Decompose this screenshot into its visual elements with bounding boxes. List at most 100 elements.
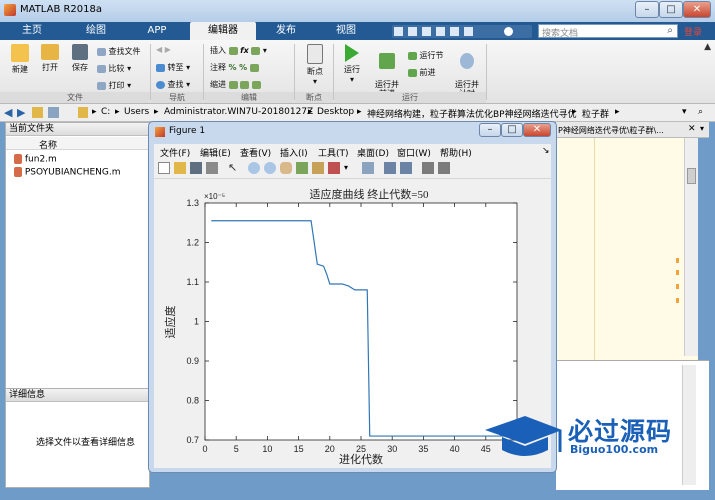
menu-dock-icon[interactable]: ↘ bbox=[542, 146, 550, 156]
find-button[interactable]: 查找 ▾ bbox=[156, 79, 190, 90]
data-cursor-icon[interactable] bbox=[312, 162, 324, 174]
editor-scrollbar[interactable] bbox=[684, 138, 698, 356]
pan-icon[interactable] bbox=[280, 162, 292, 174]
path-segment[interactable]: Desktop bbox=[317, 107, 354, 117]
back-forward-buttons[interactable]: ◀ ▶ bbox=[156, 45, 171, 54]
run-and-time-button[interactable]: 运行并 计时 bbox=[452, 44, 482, 98]
pointer-icon[interactable]: ↖ bbox=[228, 162, 240, 174]
path-segment[interactable]: Administrator.WIN7U-20180127Z bbox=[164, 107, 313, 117]
indent-button[interactable]: 缩进 bbox=[210, 79, 261, 90]
group-label-file: 文件 bbox=[0, 92, 150, 103]
forward-arrow-icon[interactable]: ▶ bbox=[17, 106, 25, 119]
path-segment[interactable]: C: bbox=[101, 107, 110, 117]
close-button[interactable]: ✕ bbox=[683, 1, 711, 18]
goto-button[interactable]: 转至 ▾ bbox=[156, 62, 190, 73]
list-item[interactable]: fun2.m bbox=[14, 154, 57, 165]
scroll-thumb[interactable] bbox=[687, 168, 696, 184]
zoom-out-icon[interactable] bbox=[264, 162, 276, 174]
column-name[interactable]: 名称 bbox=[39, 138, 57, 151]
colorbar-icon[interactable] bbox=[384, 162, 396, 174]
paste-icon[interactable] bbox=[436, 27, 445, 36]
new-button[interactable]: 新建 bbox=[6, 44, 34, 75]
increase-indent-icon[interactable] bbox=[240, 80, 250, 89]
maximize-button[interactable]: □ bbox=[659, 1, 683, 18]
print-figure-icon[interactable] bbox=[206, 162, 218, 174]
menu-file[interactable]: 文件(F) bbox=[160, 146, 190, 159]
run-and-advance-button[interactable]: 运行并 前进 bbox=[372, 44, 402, 98]
editor-close-icon[interactable]: ✕ bbox=[688, 124, 696, 134]
code-editor[interactable] bbox=[556, 138, 698, 360]
save-button[interactable]: 保存 bbox=[66, 44, 94, 73]
advance-button[interactable]: 前进 bbox=[408, 67, 436, 78]
up-folder-icon[interactable] bbox=[32, 107, 43, 118]
run-section-button[interactable]: 运行节 bbox=[408, 50, 444, 61]
uncomment-icon[interactable] bbox=[249, 63, 259, 72]
tab-publish[interactable]: 发布 bbox=[258, 22, 314, 40]
menu-view[interactable]: 查看(V) bbox=[240, 146, 271, 159]
comment-icon[interactable]: % bbox=[229, 63, 237, 72]
insert-section-icon[interactable] bbox=[251, 46, 261, 55]
comment-button[interactable]: 注释 % % bbox=[210, 62, 259, 73]
print-button[interactable]: 打印 ▾ bbox=[97, 80, 131, 91]
rotate-icon[interactable] bbox=[296, 162, 308, 174]
back-arrow-icon[interactable]: ◀ bbox=[4, 106, 12, 119]
path-segment[interactable]: 神经网络构建，粒子群算法优化BP神经网络迭代寻优 bbox=[367, 107, 577, 120]
figure-maximize-button[interactable]: □ bbox=[501, 123, 523, 137]
plot-area[interactable] bbox=[204, 202, 518, 441]
search-icon[interactable]: ⌕ bbox=[667, 25, 673, 36]
fx-icon[interactable]: fx bbox=[240, 46, 249, 55]
menu-window[interactable]: 窗口(W) bbox=[397, 146, 431, 159]
tab-view[interactable]: 视图 bbox=[318, 22, 374, 40]
menu-desktop[interactable]: 桌面(D) bbox=[357, 146, 389, 159]
brush-icon[interactable] bbox=[328, 162, 340, 174]
search-folder-icon[interactable]: ⌕ bbox=[698, 107, 703, 117]
cut-icon[interactable] bbox=[408, 27, 417, 36]
file-list-header[interactable]: 名称 bbox=[6, 137, 149, 151]
show-plot-tools-icon[interactable] bbox=[438, 162, 450, 174]
help-icon[interactable] bbox=[504, 27, 513, 36]
hide-plot-tools-icon[interactable] bbox=[422, 162, 434, 174]
undo-icon[interactable] bbox=[450, 27, 459, 36]
compare-button[interactable]: 比较 ▾ bbox=[97, 63, 131, 74]
tab-plots[interactable]: 绘图 bbox=[66, 22, 126, 40]
tab-home[interactable]: 主页 bbox=[4, 22, 60, 40]
save-figure-icon[interactable] bbox=[190, 162, 202, 174]
figure-close-button[interactable]: ✕ bbox=[523, 123, 551, 137]
new-figure-icon[interactable] bbox=[158, 162, 170, 174]
signin-link[interactable]: 登录 bbox=[684, 25, 702, 38]
list-item[interactable]: PSOYUBIANCHENG.m bbox=[14, 167, 120, 178]
smart-indent-icon[interactable] bbox=[228, 80, 238, 89]
redo-icon[interactable] bbox=[464, 27, 473, 36]
path-dropdown-icon[interactable]: ▾ bbox=[682, 107, 687, 117]
insert-button[interactable]: 插入 fx ▾ bbox=[210, 45, 267, 56]
breakpoints-button[interactable]: 断点 ▾ bbox=[300, 44, 330, 86]
y-tick-label: 1.1 bbox=[186, 277, 199, 287]
figure-minimize-button[interactable]: – bbox=[479, 123, 501, 137]
path-segment[interactable]: Users bbox=[124, 107, 149, 117]
menu-help[interactable]: 帮助(H) bbox=[440, 146, 472, 159]
legend-icon[interactable] bbox=[400, 162, 412, 174]
decrease-indent-icon[interactable] bbox=[251, 80, 261, 89]
browse-folder-icon[interactable] bbox=[48, 107, 59, 118]
tab-editor[interactable]: 编辑器 bbox=[190, 22, 256, 40]
tab-apps[interactable]: APP bbox=[128, 22, 186, 40]
wrap-comments-icon[interactable]: % bbox=[239, 63, 247, 72]
save-icon[interactable] bbox=[394, 27, 403, 36]
link-plot-icon[interactable] bbox=[362, 162, 374, 174]
menu-tools[interactable]: 工具(T) bbox=[318, 146, 349, 159]
minimize-button[interactable]: – bbox=[635, 1, 659, 18]
find-files-button[interactable]: 查找文件 bbox=[97, 46, 141, 57]
run-button[interactable]: 运行 ▾ bbox=[338, 44, 366, 84]
editor-menu-icon[interactable]: ▾ bbox=[700, 124, 704, 133]
menu-edit[interactable]: 编辑(E) bbox=[200, 146, 231, 159]
command-scrollbar[interactable] bbox=[682, 365, 696, 485]
brush-dropdown-icon[interactable]: ▾ bbox=[344, 163, 348, 172]
zoom-in-icon[interactable] bbox=[248, 162, 260, 174]
menu-insert[interactable]: 插入(I) bbox=[280, 146, 308, 159]
path-segment[interactable]: 粒子群 bbox=[582, 107, 609, 120]
copy-icon[interactable] bbox=[422, 27, 431, 36]
open-file-icon[interactable] bbox=[174, 162, 186, 174]
ribbon-collapse-icon[interactable]: ▲ bbox=[704, 42, 711, 52]
search-box[interactable]: 搜索文档 ⌕ bbox=[538, 24, 678, 39]
open-button[interactable]: 打开 bbox=[36, 44, 64, 73]
